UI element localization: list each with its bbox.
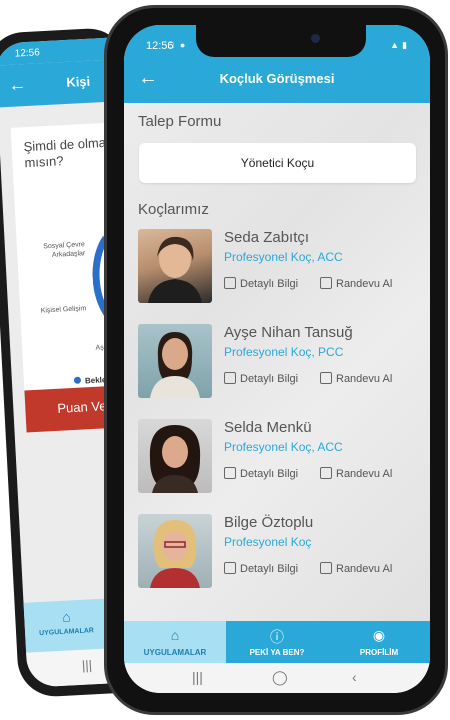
- coach-card: Selda Menkü Profesyonel Koç, ACC Detaylı…: [138, 419, 423, 497]
- detail-info-button[interactable]: Detaylı Bilgi: [224, 372, 298, 385]
- coach-card: Seda Zabıtçı Profesyonel Koç, ACC Detayl…: [138, 229, 423, 307]
- tab-applications[interactable]: ⌂ UYGULAMALAR: [124, 621, 226, 663]
- background-chart-label: Kişisel Gelişim: [40, 305, 87, 315]
- coach-card: Ayşe Nihan Tansuğ Profesyonel Koç, PCC D…: [138, 324, 423, 402]
- background-back-arrow-icon: ←: [7, 74, 27, 95]
- appointment-label: Randevu Al: [336, 278, 393, 290]
- home-circle-icon[interactable]: ◯: [272, 669, 288, 686]
- recents-icon[interactable]: |||: [192, 669, 203, 685]
- status-signal-battery-icon: ▲▮: [390, 40, 410, 50]
- phone-frame: 12:56 □ ● ▲▮ ← Koçluk Görüşmesi Talep Fo…: [104, 5, 448, 715]
- appointment-label: Randevu Al: [336, 468, 393, 480]
- form-section-title: Talep Formu: [138, 113, 222, 130]
- appointment-button[interactable]: Randevu Al: [320, 372, 392, 385]
- coach-photo: [138, 514, 212, 588]
- tab-label: UYGULAMALAR: [143, 648, 207, 657]
- coach-photo: [138, 229, 212, 303]
- coach-title: Profesyonel Koç, ACC: [224, 440, 343, 454]
- document-search-icon: [224, 562, 236, 574]
- document-search-icon: [224, 372, 236, 384]
- camera-icon: [311, 34, 320, 43]
- coach-title: Profesyonel Koç, ACC: [224, 250, 343, 264]
- coaches-section-title: Koçlarımız: [138, 201, 209, 218]
- coach-avatar-icon: [150, 332, 200, 398]
- background-tab-label: UYGULAMALAR: [38, 627, 95, 638]
- coach-photo: [138, 324, 212, 398]
- coach-avatar-icon: [149, 425, 201, 493]
- detail-info-button[interactable]: Detaylı Bilgi: [224, 277, 298, 290]
- calendar-icon: [320, 562, 332, 574]
- info-icon: ⓘ: [270, 629, 284, 645]
- tab-label: PEKİ YA BEN?: [249, 648, 305, 657]
- coach-photo: [138, 419, 212, 493]
- document-search-icon: [224, 277, 236, 289]
- android-nav-bar: ||| ◯ ‹: [124, 663, 430, 693]
- coach-name: Bilge Öztoplu: [224, 514, 314, 531]
- calendar-icon: [320, 277, 332, 289]
- notch: [196, 25, 366, 57]
- background-chart-label: Sosyal Çevre Arkadaşlar: [43, 241, 86, 259]
- tab-label: PROFİLİM: [359, 648, 399, 657]
- detail-info-label: Detaylı Bilgi: [240, 468, 299, 480]
- calendar-icon: [320, 467, 332, 479]
- calendar-icon: [320, 372, 332, 384]
- detail-info-button[interactable]: Detaylı Bilgi: [224, 562, 298, 575]
- coach-card: Bilge Öztoplu Profesyonel Koç Detaylı Bi…: [138, 514, 423, 592]
- appointment-label: Randevu Al: [336, 373, 393, 385]
- background-legend: Bekle: [73, 375, 107, 386]
- coach-title: Profesyonel Koç, PCC: [224, 345, 344, 359]
- detail-info-button[interactable]: Detaylı Bilgi: [224, 467, 298, 480]
- coach-avatar-icon: [150, 520, 200, 588]
- detail-info-label: Detaylı Bilgi: [240, 373, 299, 385]
- appointment-button[interactable]: Randevu Al: [320, 467, 392, 480]
- page-title: Koçluk Görüşmesi: [219, 71, 335, 86]
- phone-screen: 12:56 □ ● ▲▮ ← Koçluk Görüşmesi Talep Fo…: [124, 25, 430, 693]
- coach-name: Seda Zabıtçı: [224, 229, 310, 246]
- coach-title: Profesyonel Koç: [224, 535, 312, 549]
- app-header: ← Koçluk Görüşmesi: [124, 55, 430, 103]
- detail-info-label: Detaylı Bilgi: [240, 563, 299, 575]
- tab-profile[interactable]: ◉ PROFİLİM: [328, 621, 430, 663]
- tab-what-about-me[interactable]: ⓘ PEKİ YA BEN?: [226, 621, 328, 663]
- bottom-tab-bar: ⌂ UYGULAMALAR ⓘ PEKİ YA BEN? ◉ PROFİLİM: [124, 621, 430, 663]
- background-header-title: Kişi: [65, 73, 91, 90]
- background-recents-icon: |||: [81, 657, 93, 673]
- user-icon: ◉: [372, 627, 386, 643]
- back-chevron-icon[interactable]: ‹: [352, 669, 357, 685]
- background-home-icon: ⌂: [61, 608, 72, 625]
- document-search-icon: [224, 467, 236, 479]
- background-status-time: 12:56: [14, 47, 41, 60]
- appointment-label: Randevu Al: [336, 563, 393, 575]
- coach-avatar-icon: [148, 236, 202, 303]
- coach-type-select[interactable]: Yönetici Koçu: [139, 143, 416, 183]
- coach-name: Selda Menkü: [224, 419, 312, 436]
- main-content: Talep Formu Yönetici Koçu Koçlarımız Sed…: [124, 103, 430, 633]
- home-icon: ⌂: [170, 627, 180, 643]
- coach-name: Ayşe Nihan Tansuğ: [224, 324, 353, 341]
- appointment-button[interactable]: Randevu Al: [320, 562, 392, 575]
- detail-info-label: Detaylı Bilgi: [240, 278, 299, 290]
- status-notification-icons: □ ●: [168, 40, 188, 50]
- appointment-button[interactable]: Randevu Al: [320, 277, 392, 290]
- legend-dot-icon: [73, 376, 82, 384]
